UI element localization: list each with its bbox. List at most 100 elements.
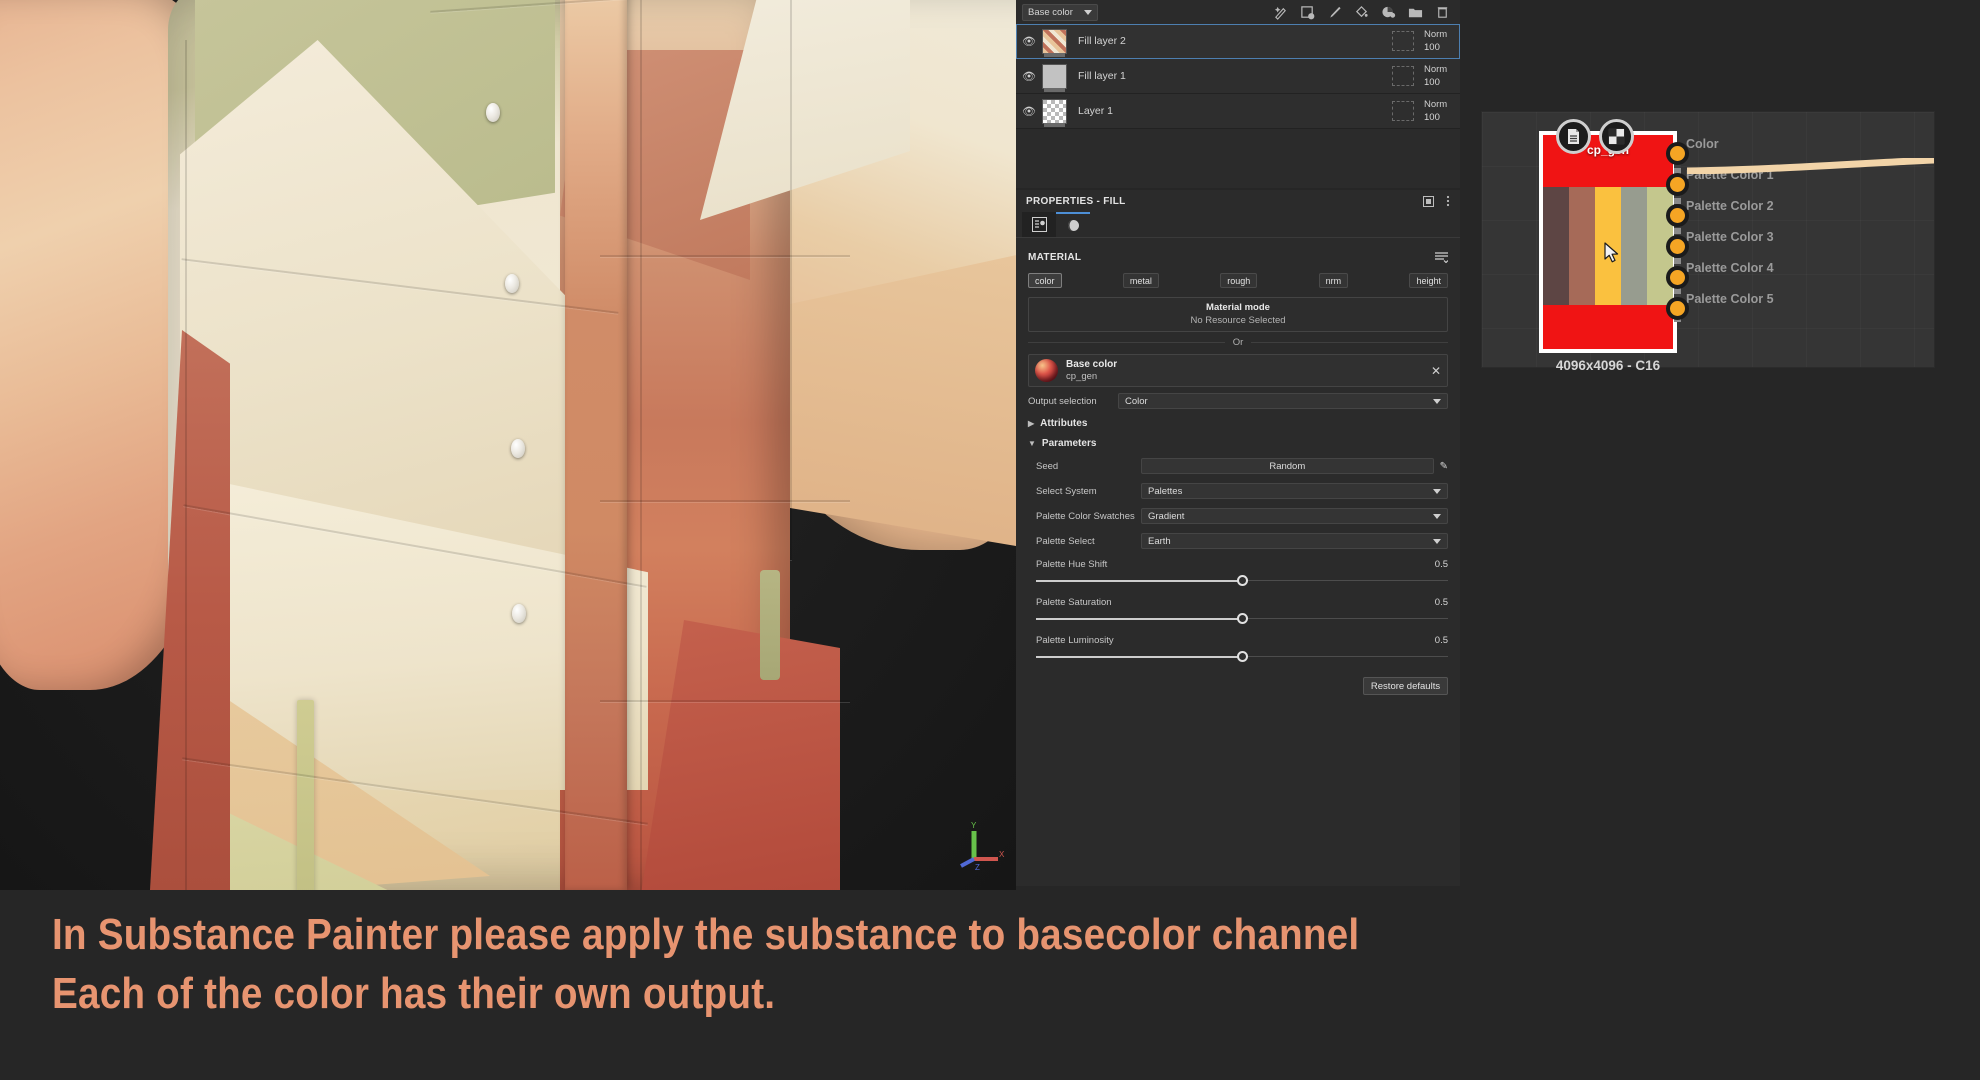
- visibility-eye-icon[interactable]: 👁: [1016, 105, 1042, 118]
- close-icon[interactable]: ✕: [1431, 364, 1441, 378]
- checker-icon[interactable]: [1599, 119, 1634, 154]
- layer-opacity: 100: [1424, 42, 1440, 53]
- smart-material-icon[interactable]: [1300, 5, 1315, 20]
- slider-hue-shift-label: Palette Hue Shift: [1036, 559, 1108, 570]
- param-palette-select-row: Palette Select Earth: [1028, 533, 1448, 549]
- slider-luminosity-knob[interactable]: [1237, 651, 1248, 662]
- caption-line-2: Each of the color has their own output.: [52, 968, 776, 1018]
- param-select-system-row: Select System Palettes: [1028, 483, 1448, 499]
- mouse-pointer-icon: [1604, 242, 1619, 263]
- slider-saturation: Palette Saturation 0.5: [1028, 597, 1448, 625]
- slider-saturation-track[interactable]: [1036, 612, 1448, 625]
- layer-thumbnail: [1042, 98, 1069, 127]
- param-seed-label: Seed: [1036, 460, 1059, 472]
- quilt-seam: [600, 255, 850, 257]
- param-seed-button[interactable]: Random: [1141, 458, 1434, 474]
- document-icon[interactable]: [1556, 119, 1591, 154]
- layer-blend[interactable]: Norm 100: [1424, 28, 1460, 54]
- chevron-down-icon: [1433, 513, 1441, 519]
- jacket-snap-button: [505, 274, 519, 293]
- node-resolution-label: 4096x4096 - C16: [1555, 358, 1661, 373]
- param-palette-swatches-select[interactable]: Gradient: [1141, 508, 1448, 524]
- chevron-down-icon: [1084, 9, 1092, 15]
- output-selection-row: Output selection Color: [1028, 393, 1448, 409]
- attributes-section-toggle[interactable]: ▶ Attributes: [1028, 418, 1448, 429]
- folder-icon[interactable]: [1408, 5, 1423, 20]
- output-label-palette-color-5: Palette Color 5: [1686, 292, 1774, 306]
- node-graph-panel[interactable]: cp_gen Color Palet: [1482, 112, 1934, 373]
- table-row[interactable]: 👁 Fill layer 1 Norm 100: [1016, 59, 1460, 94]
- param-palette-select-select[interactable]: Earth: [1141, 533, 1448, 549]
- output-selection-select[interactable]: Color: [1118, 393, 1448, 409]
- layer-blend[interactable]: Norm 100: [1424, 63, 1460, 89]
- table-row[interactable]: 👁 Layer 1 Norm 100: [1016, 94, 1460, 129]
- param-palette-swatches-row: Palette Color Swatches Gradient: [1028, 508, 1448, 524]
- chevron-down-icon: [1433, 398, 1441, 404]
- layer-mask-slot[interactable]: [1392, 66, 1414, 86]
- layer-blend[interactable]: Norm 100: [1424, 98, 1460, 124]
- output-label-color: Color: [1686, 137, 1719, 151]
- output-port-palette-color-3[interactable]: [1666, 235, 1689, 258]
- slider-luminosity-track[interactable]: [1036, 650, 1448, 663]
- dock-icon[interactable]: [1423, 195, 1434, 207]
- chevron-down-icon: [1433, 488, 1441, 494]
- jacket-snap-button: [511, 439, 525, 458]
- material-mode-dropzone[interactable]: Material mode No Resource Selected: [1028, 297, 1448, 332]
- channel-nrm-button[interactable]: nrm: [1318, 273, 1349, 288]
- quilt-seam: [790, 0, 792, 560]
- properties-panel: PROPERTIES - FILL MATERIAL color metal r…: [1016, 190, 1460, 886]
- sphere-icon: [1067, 220, 1079, 231]
- output-port-palette-color-2[interactable]: [1666, 204, 1689, 227]
- generator-icon[interactable]: [1381, 5, 1396, 20]
- pencil-icon[interactable]: ✎: [1440, 461, 1448, 472]
- axis-gizmo[interactable]: Y X Z: [958, 818, 1008, 873]
- slider-luminosity-value: 0.5: [1434, 635, 1448, 646]
- patch-olive-strip: [297, 700, 314, 890]
- param-select-system-value: Palettes: [1148, 485, 1183, 497]
- paint-layer-icon[interactable]: [1327, 5, 1342, 20]
- channel-select[interactable]: Base color: [1022, 3, 1098, 21]
- parameters-section-toggle[interactable]: ▼ Parameters: [1028, 438, 1448, 449]
- svg-text:Z: Z: [975, 863, 980, 872]
- tab-properties[interactable]: [1022, 212, 1056, 237]
- slider-saturation-knob[interactable]: [1237, 613, 1248, 624]
- slider-luminosity-label: Palette Luminosity: [1036, 635, 1114, 646]
- quilt-seam: [185, 40, 187, 890]
- delete-icon[interactable]: [1435, 5, 1450, 20]
- channel-rough-button[interactable]: rough: [1220, 273, 1258, 288]
- menu-icon[interactable]: [1446, 195, 1450, 207]
- visibility-eye-icon[interactable]: 👁: [1016, 35, 1042, 48]
- output-port-palette-color-1[interactable]: [1666, 173, 1689, 196]
- param-seed-row: Seed Random ✎: [1028, 458, 1448, 474]
- 3d-viewport[interactable]: Y X Z: [0, 0, 1016, 890]
- layer-mask-slot[interactable]: [1392, 101, 1414, 121]
- output-port-palette-color-5[interactable]: [1666, 297, 1689, 320]
- channel-height-button[interactable]: height: [1409, 273, 1448, 288]
- smart-mask-icon[interactable]: [1273, 5, 1288, 20]
- attributes-label: Attributes: [1040, 418, 1088, 429]
- channel-metal-button[interactable]: metal: [1122, 273, 1159, 288]
- param-palette-select-value: Earth: [1148, 535, 1171, 547]
- base-color-resource-slot[interactable]: Base color cp_gen ✕: [1028, 354, 1448, 387]
- layer-name: Fill layer 2: [1078, 35, 1126, 47]
- layer-tools: [1273, 5, 1454, 20]
- material-mode-title: Material mode: [1206, 302, 1270, 313]
- slider-hue-shift-knob[interactable]: [1237, 575, 1248, 586]
- output-port-color[interactable]: [1666, 142, 1689, 165]
- slider-hue-shift-track[interactable]: [1036, 574, 1448, 587]
- restore-defaults-button[interactable]: Restore defaults: [1363, 677, 1448, 695]
- visibility-eye-icon[interactable]: 👁: [1016, 70, 1042, 83]
- slider-luminosity: Palette Luminosity 0.5: [1028, 635, 1448, 663]
- channel-buttons: color metal rough nrm height: [1028, 273, 1448, 288]
- slider-saturation-value: 0.5: [1434, 597, 1448, 608]
- layer-opacity: 100: [1424, 77, 1440, 88]
- layer-mask-slot[interactable]: [1392, 31, 1414, 51]
- output-port-palette-color-4[interactable]: [1666, 266, 1689, 289]
- fill-layer-icon[interactable]: [1354, 5, 1369, 20]
- list-options-icon[interactable]: [1435, 252, 1448, 263]
- param-select-system-select[interactable]: Palettes: [1141, 483, 1448, 499]
- table-row[interactable]: 👁 Fill layer 2 Norm 100: [1016, 24, 1460, 59]
- slider-hue-shift: Palette Hue Shift 0.5: [1028, 559, 1448, 587]
- channel-color-button[interactable]: color: [1028, 273, 1062, 288]
- tab-material[interactable]: [1056, 212, 1090, 237]
